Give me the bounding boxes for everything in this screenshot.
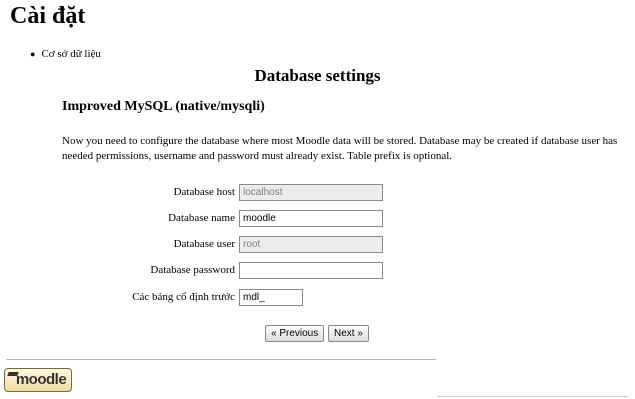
moodle-logo[interactable]: moodle (4, 368, 72, 392)
breadcrumb: ● Cơ sở dữ liệu (30, 48, 101, 60)
moodle-logo-text: moodle (15, 371, 67, 388)
previous-button[interactable]: « Previous (265, 325, 325, 342)
description-text: Now you need to configure the database w… (62, 135, 618, 162)
section-title: Database settings (254, 66, 381, 85)
prefix-input[interactable] (239, 289, 303, 306)
dbuser-label: Database user (173, 238, 235, 250)
dbhost-input[interactable] (239, 184, 383, 201)
form-row-dbpass: Database password (0, 262, 635, 282)
footer-divider (6, 359, 436, 360)
dbname-label: Database name (168, 212, 235, 224)
prefix-label: Các bảng cố định trước (132, 291, 235, 303)
driver-title: Improved MySQL (native/mysqli) (62, 99, 265, 114)
dbpass-input[interactable] (239, 262, 383, 279)
footer-divider-right (438, 396, 628, 397)
dbpass-label: Database password (150, 264, 235, 276)
dbhost-label: Database host (173, 186, 235, 198)
form-row-prefix: Các bảng cố định trước (0, 289, 635, 309)
form-row-dbhost: Database host (0, 184, 635, 204)
next-button[interactable]: Next » (328, 325, 369, 342)
form-row-dbuser: Database user (0, 236, 635, 256)
bullet-icon: ● (30, 49, 36, 59)
form-row-dbname: Database name (0, 210, 635, 230)
breadcrumb-item-database: Cơ sở dữ liệu (41, 48, 101, 60)
page-title: Cài đặt (10, 3, 86, 29)
dbname-input[interactable] (239, 210, 383, 227)
dbuser-input[interactable] (239, 236, 383, 253)
